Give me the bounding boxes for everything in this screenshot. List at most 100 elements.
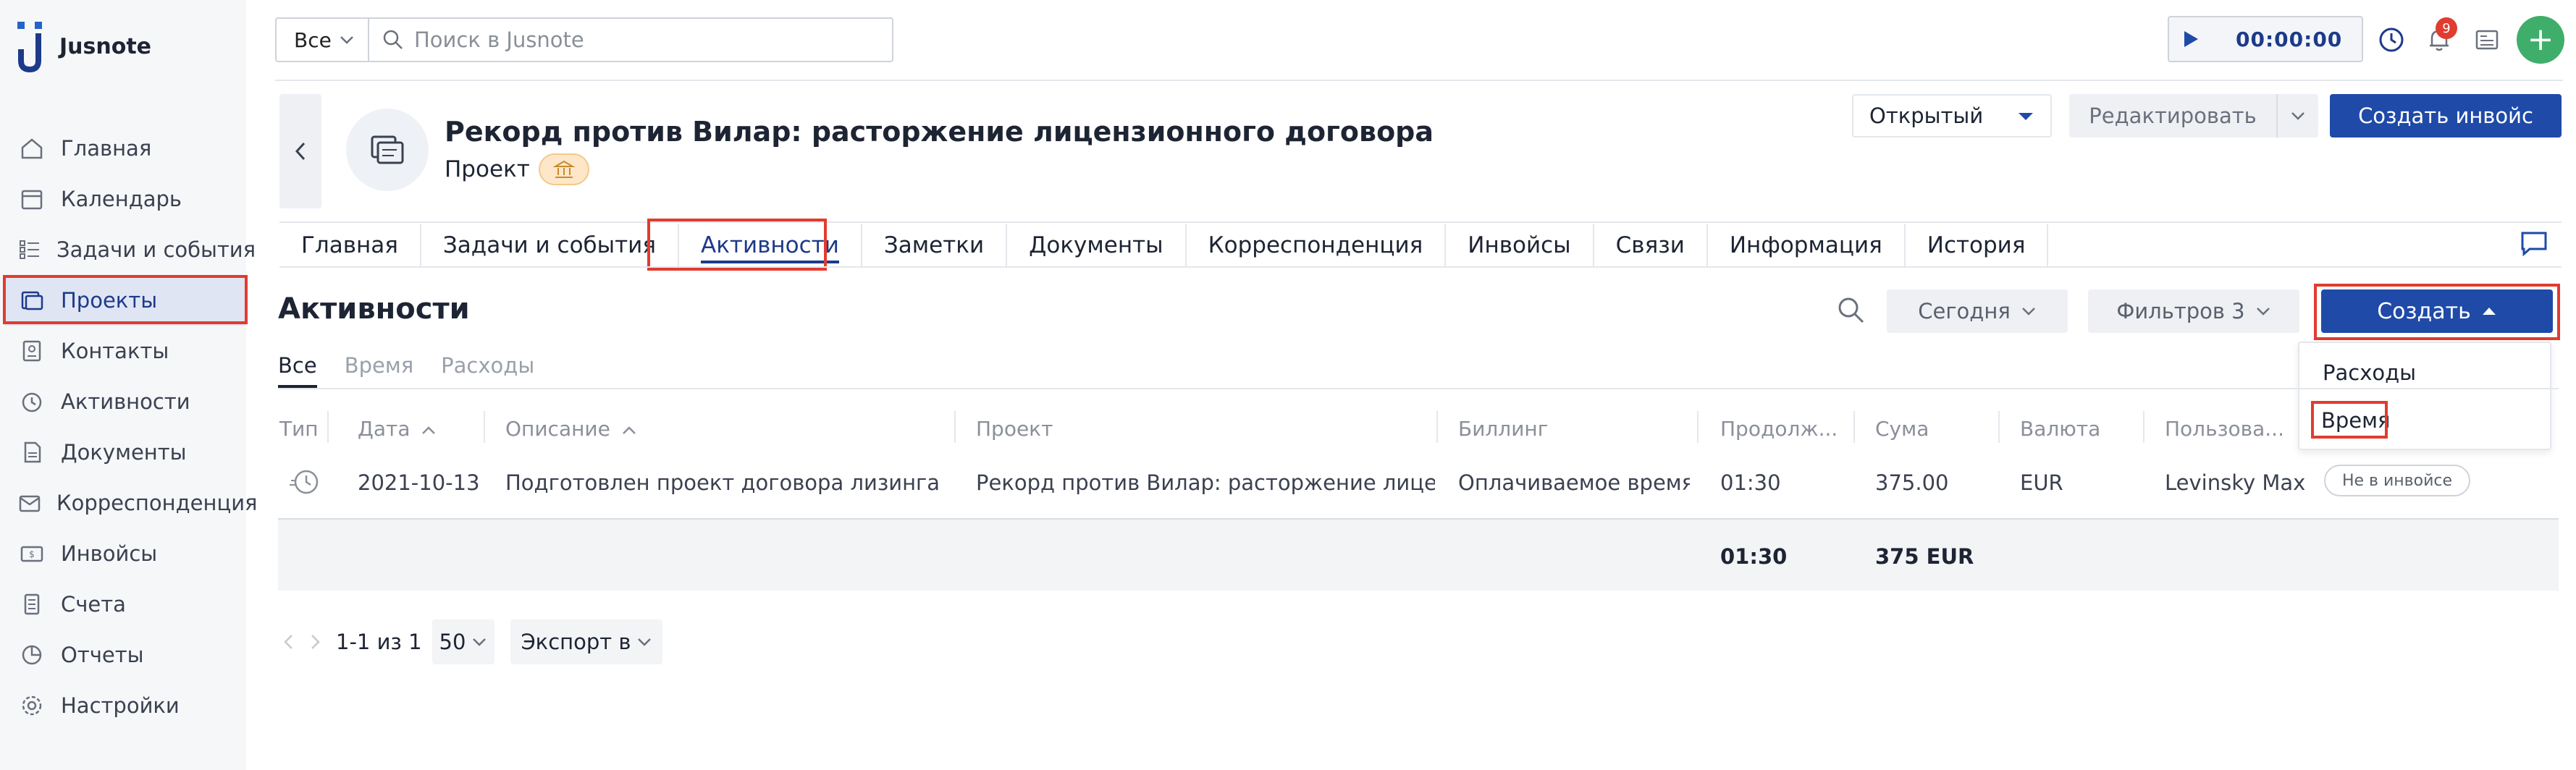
sidebar-item-contacts[interactable]: Контакты xyxy=(0,326,246,376)
scope-select[interactable]: Все xyxy=(275,17,369,62)
back-button[interactable] xyxy=(279,94,321,208)
sidebar-item-accounts[interactable]: Счета xyxy=(0,579,246,630)
column-header-description[interactable]: Описание xyxy=(505,417,637,441)
timer-value: 00:00:00 xyxy=(2236,27,2343,51)
sidebar-item-label: Проекты xyxy=(61,288,158,313)
column-header-type: Тип xyxy=(279,417,319,441)
period-filter-button[interactable]: Сегодня xyxy=(1887,289,2068,333)
per-page-select[interactable]: 50 xyxy=(432,619,495,664)
sidebar: Jusnote Главная Календарь Задачи и событ… xyxy=(0,0,257,770)
totals-row xyxy=(278,518,2559,591)
create-dropdown-menu: Расходы Время xyxy=(2298,342,2551,450)
home-icon xyxy=(17,134,46,163)
news-icon[interactable] xyxy=(2469,22,2505,58)
total-duration: 01:30 xyxy=(1720,544,1788,569)
tab-invoices[interactable]: Инвойсы xyxy=(1446,224,1594,266)
status-select[interactable]: Открытый xyxy=(1852,94,2052,138)
column-header-billing: Биллинг xyxy=(1458,417,1549,441)
project-title: Рекорд против Вилар: расторжение лицензи… xyxy=(445,116,1434,148)
sidebar-item-documents[interactable]: Документы xyxy=(0,427,246,478)
project-type: Проект xyxy=(445,156,530,182)
chevron-down-icon xyxy=(2291,112,2304,120)
bell-icon[interactable]: 9 xyxy=(2421,17,2457,58)
caret-down-icon xyxy=(2019,113,2033,120)
column-header-project: Проект xyxy=(976,417,1053,441)
subtab-expenses[interactable]: Расходы xyxy=(441,353,534,388)
status-value: Открытый xyxy=(1869,103,1984,128)
sidebar-item-correspondence[interactable]: Корреспонденция xyxy=(0,478,257,528)
court-tag xyxy=(538,153,589,185)
total-sum: 375 EUR xyxy=(1875,544,1974,569)
filters-button[interactable]: Фильтров 3 xyxy=(2088,289,2299,333)
sidebar-nav: Главная Календарь Задачи и события Проек… xyxy=(0,123,257,731)
pagination-range: 1-1 из 1 xyxy=(336,630,422,654)
cell-project[interactable]: Рекорд против Вилар: расторжение лицензи… xyxy=(976,470,1435,495)
sidebar-item-calendar[interactable]: Календарь xyxy=(0,174,246,224)
search-input[interactable]: Поиск в Jusnote xyxy=(368,17,893,62)
filters-label: Фильтров 3 xyxy=(2116,299,2245,323)
topbar: Все Поиск в Jusnote 00:00:00 9 + xyxy=(275,16,2564,64)
history-clock-icon[interactable] xyxy=(2373,22,2409,58)
sidebar-item-label: Счета xyxy=(61,592,126,617)
reports-icon xyxy=(17,640,46,669)
chevron-right-icon[interactable] xyxy=(304,631,326,653)
project-avatar xyxy=(346,109,429,191)
edit-button[interactable]: Редактировать xyxy=(2069,94,2276,138)
edit-menu-button[interactable] xyxy=(2276,94,2318,138)
tab-history[interactable]: История xyxy=(1906,224,2049,266)
tab-tasks[interactable]: Задачи и события xyxy=(421,224,679,266)
chevron-left-icon[interactable] xyxy=(278,631,300,653)
accounts-icon xyxy=(17,590,46,619)
calendar-icon xyxy=(17,185,46,213)
sort-up-icon xyxy=(622,426,636,434)
column-header-date[interactable]: Дата xyxy=(358,417,437,441)
timer-widget[interactable]: 00:00:00 xyxy=(2168,16,2363,62)
sidebar-item-activities[interactable]: Активности xyxy=(0,376,246,427)
invoice-status-badge: Не в инвойсе xyxy=(2324,465,2470,496)
play-icon[interactable] xyxy=(2182,30,2200,48)
tab-activities[interactable]: Активности xyxy=(679,224,862,266)
sidebar-item-home[interactable]: Главная xyxy=(0,123,246,174)
export-button[interactable]: Экспорт в xyxy=(510,619,663,664)
logo[interactable]: Jusnote xyxy=(16,20,151,72)
pagination: 1-1 из 1 50 Экспорт в xyxy=(278,619,663,664)
cell-duration: 01:30 xyxy=(1720,470,1781,495)
column-header-label: Дата xyxy=(358,417,411,441)
tab-correspondence[interactable]: Корреспонденция xyxy=(1187,224,1447,266)
plus-icon: + xyxy=(2527,21,2554,58)
column-header-label: Описание xyxy=(505,417,610,441)
sidebar-item-label: Главная xyxy=(61,136,152,161)
export-label: Экспорт в xyxy=(521,630,631,654)
tab-links[interactable]: Связи xyxy=(1594,224,1708,266)
sidebar-item-tasks[interactable]: Задачи и события xyxy=(0,224,256,275)
menu-item-expenses[interactable]: Расходы xyxy=(2323,360,2416,385)
sidebar-item-projects[interactable]: Проекты xyxy=(4,275,246,326)
sidebar-item-settings[interactable]: Настройки xyxy=(0,680,246,731)
project-tabs: Главная Задачи и события Активности Заме… xyxy=(279,224,2049,266)
quick-add-button[interactable]: + xyxy=(2517,16,2564,64)
column-separator xyxy=(1436,411,1438,443)
tab-notes[interactable]: Заметки xyxy=(862,224,1008,266)
sidebar-item-invoices[interactable]: $ Инвойсы xyxy=(0,528,246,579)
tab-documents[interactable]: Документы xyxy=(1007,224,1187,266)
sidebar-item-label: Отчеты xyxy=(61,643,144,667)
chevron-down-icon xyxy=(2256,308,2270,316)
menu-item-time[interactable]: Время xyxy=(2321,408,2390,433)
cell-user: Levinsky Max xyxy=(2165,470,2306,495)
comment-icon[interactable] xyxy=(2520,230,2548,259)
subtab-all[interactable]: Все xyxy=(278,353,317,388)
jusnote-logo-icon xyxy=(17,22,42,72)
divider xyxy=(278,388,2559,389)
tab-info[interactable]: Информация xyxy=(1708,224,1906,266)
notification-badge: 9 xyxy=(2436,17,2457,39)
create-invoice-button[interactable]: Создать инвойс xyxy=(2330,94,2562,138)
documents-icon xyxy=(17,438,46,467)
contacts-icon xyxy=(17,337,46,365)
svg-text:$: $ xyxy=(29,549,35,559)
tab-main[interactable]: Главная xyxy=(279,224,421,266)
subtab-time[interactable]: Время xyxy=(345,353,413,388)
search-icon[interactable] xyxy=(1836,295,1866,329)
sidebar-item-reports[interactable]: Отчеты xyxy=(0,630,246,680)
create-activity-button[interactable]: Создать xyxy=(2321,289,2553,333)
divider xyxy=(275,80,2563,81)
